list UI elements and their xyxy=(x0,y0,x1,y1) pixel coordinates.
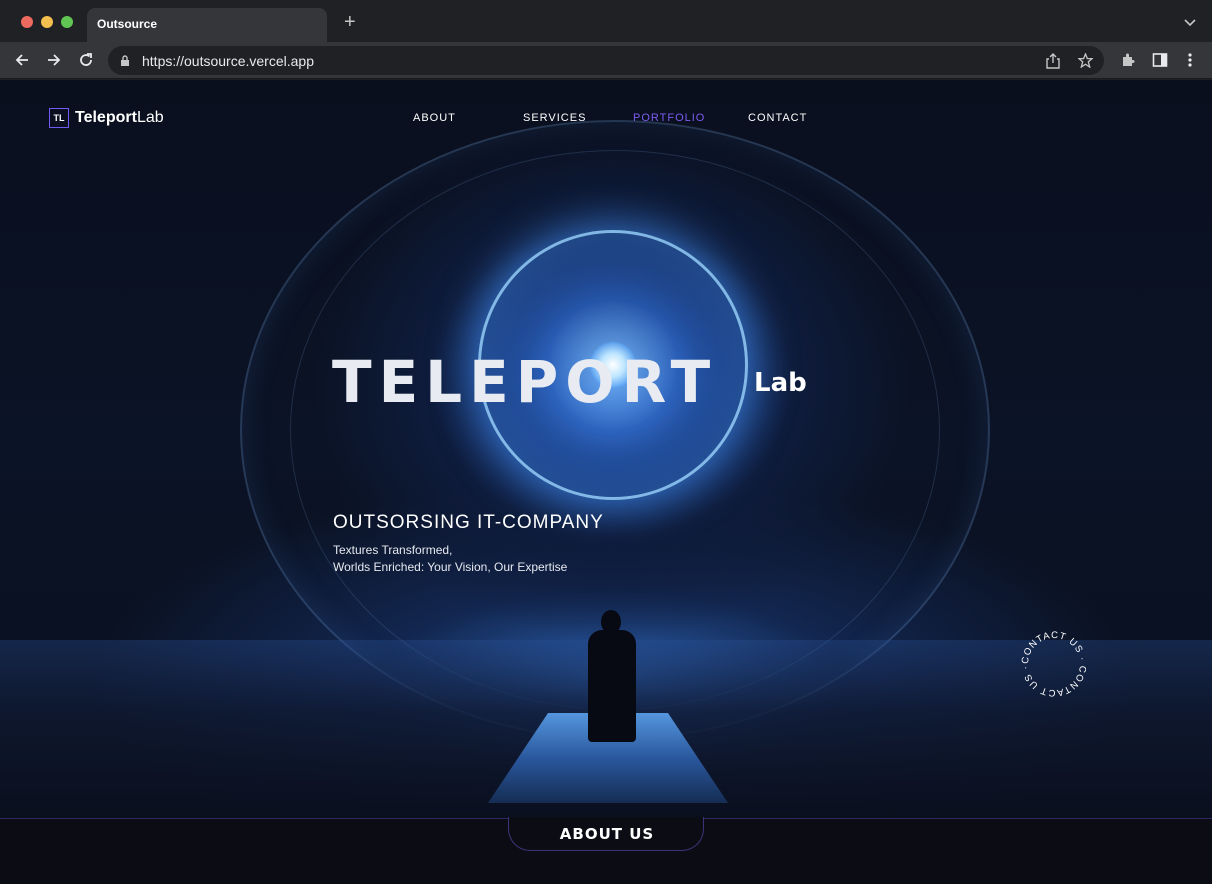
close-window-button[interactable] xyxy=(21,16,33,28)
nav-services[interactable]: SERVICES xyxy=(523,112,586,124)
about-us-label: ABOUT US xyxy=(559,825,655,843)
hero-title-suffix: Lab xyxy=(754,368,807,398)
logo-text: TeleportLab xyxy=(75,109,164,127)
logo-mark: TL xyxy=(49,108,69,128)
minimize-window-button[interactable] xyxy=(41,16,53,28)
site-logo[interactable]: TL TeleportLab xyxy=(49,108,164,128)
browser-menu-icon[interactable] xyxy=(1180,50,1200,70)
nav-about[interactable]: ABOUT xyxy=(413,112,456,124)
hero-title: TELEPORT xyxy=(332,348,718,416)
tab-search-chevron-icon[interactable] xyxy=(1184,14,1196,32)
maximize-window-button[interactable] xyxy=(61,16,73,28)
new-tab-button[interactable]: + xyxy=(344,12,356,32)
reload-icon[interactable] xyxy=(76,50,96,70)
lock-icon xyxy=(120,54,130,72)
bookmark-star-icon[interactable] xyxy=(1077,52,1094,73)
share-icon[interactable] xyxy=(1046,53,1060,74)
browser-tab-strip: Outsource + xyxy=(0,0,1212,42)
hero-subtitle: OUTSORSING IT-COMPANY xyxy=(333,512,604,533)
nav-contact[interactable]: CONTACT xyxy=(748,112,807,124)
svg-text:CONTACT US · CONTACT US ·: CONTACT US · CONTACT US · xyxy=(1020,630,1088,698)
nav-portfolio[interactable]: PORTFOLIO xyxy=(633,112,705,124)
browser-tab[interactable]: Outsource xyxy=(87,8,327,42)
address-bar[interactable]: https://outsource.vercel.app xyxy=(108,46,1104,75)
browser-toolbar: https://outsource.vercel.app xyxy=(0,42,1212,79)
hero-description-line-1: Textures Transformed, xyxy=(333,543,453,557)
back-icon[interactable] xyxy=(12,50,32,70)
hero-description-line-2: Worlds Enriched: Your Vision, Our Expert… xyxy=(333,560,568,574)
silhouette-figure xyxy=(588,630,636,742)
contact-us-badge-text: CONTACT US · CONTACT US · xyxy=(1020,630,1087,698)
tab-title: Outsource xyxy=(97,17,158,31)
web-page: TL TeleportLab ABOUT SERVICES PORTFOLIO … xyxy=(0,80,1212,884)
extensions-icon[interactable] xyxy=(1118,50,1138,70)
contact-us-badge[interactable]: CONTACT US · CONTACT US · xyxy=(1018,628,1090,700)
forward-icon[interactable] xyxy=(44,50,64,70)
logo-text-bold: Teleport xyxy=(75,109,137,126)
hero-description: Textures Transformed, Worlds Enriched: Y… xyxy=(333,542,567,576)
logo-text-light: Lab xyxy=(136,109,164,126)
about-us-tab[interactable]: ABOUT US xyxy=(508,817,704,851)
side-panel-icon[interactable] xyxy=(1150,50,1170,70)
url-text: https://outsource.vercel.app xyxy=(142,53,314,69)
